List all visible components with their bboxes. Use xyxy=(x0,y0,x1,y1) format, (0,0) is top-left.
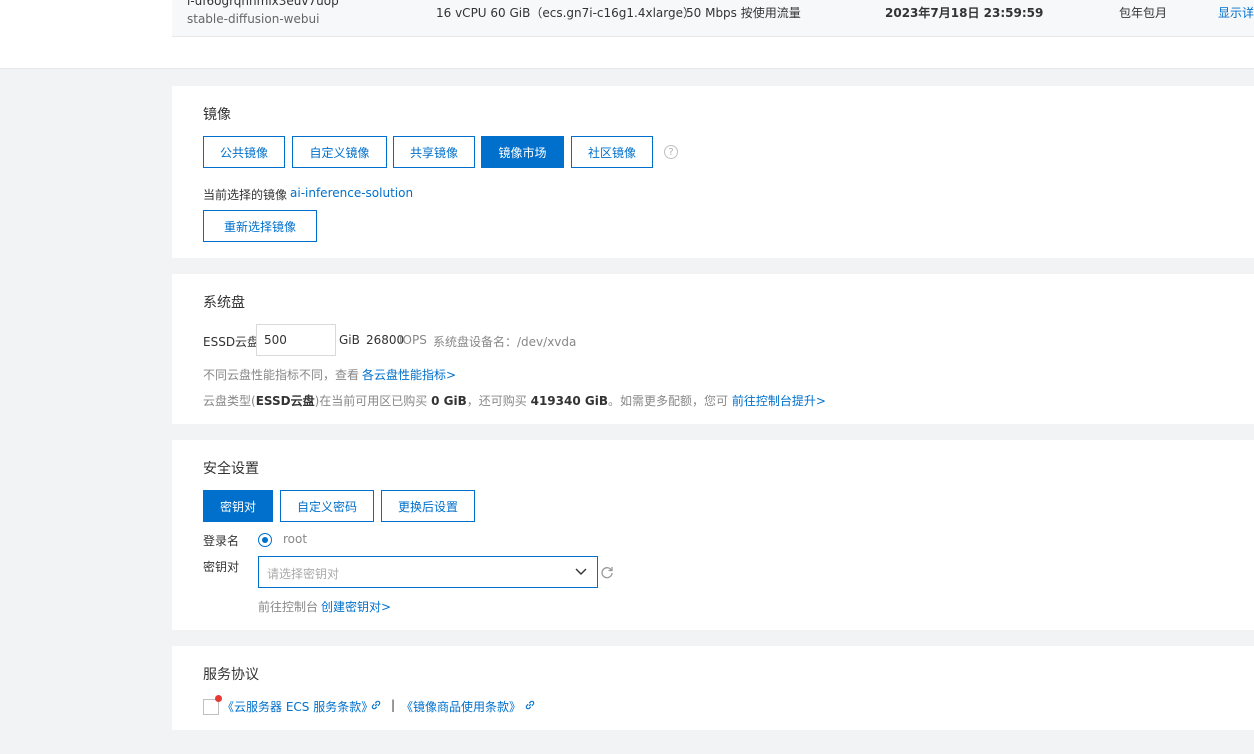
disk-size-input[interactable] xyxy=(256,324,336,356)
quota-disk-type: ESSD云盘 xyxy=(255,394,315,408)
current-image-value[interactable]: ai-inference-solution xyxy=(290,186,413,200)
current-image-label: 当前选择的镜像 xyxy=(203,188,288,202)
tab-set-later[interactable]: 更换后设置 xyxy=(381,490,475,522)
security-title: 安全设置 xyxy=(203,461,259,477)
keypair-select-placeholder: 请选择密钥对 xyxy=(267,567,340,581)
quota-remaining: 419340 GiB xyxy=(530,394,608,408)
instance-id: i-uf6ogrqhhmix3euv7uop xyxy=(187,0,339,8)
create-keypair-link[interactable]: 创建密钥对> xyxy=(321,598,391,615)
disk-quota-line: 云盘类型(ESSD云盘)在当前可用区已购买 0 GiB，还可购买 419340 … xyxy=(203,392,826,409)
keypair-select[interactable]: 请选择密钥对 xyxy=(258,556,598,588)
disk-perf-link[interactable]: 各云盘性能指标> xyxy=(362,366,456,383)
image-section: 镜像 公共镜像 自定义镜像 共享镜像 镜像市场 社区镜像 ? 当前选择的镜像 a… xyxy=(172,86,1254,258)
chevron-down-icon xyxy=(575,564,587,583)
tab-community-image[interactable]: 社区镜像 xyxy=(571,136,653,168)
quota-console-link[interactable]: 前往控制台提升> xyxy=(732,394,826,408)
quota-prefix: 云盘类型( xyxy=(203,394,256,408)
tab-custom-password[interactable]: 自定义密码 xyxy=(280,490,374,522)
instance-spec: 16 vCPU 60 GiB（ecs.gn7i-c16g1.4xlarge） xyxy=(436,6,695,20)
tab-image-market[interactable]: 镜像市场 xyxy=(481,136,564,168)
disk-size-unit: GiB xyxy=(339,333,360,347)
tab-custom-image[interactable]: 自定义镜像 xyxy=(292,136,387,168)
tab-keypair[interactable]: 密钥对 xyxy=(203,490,273,522)
instance-summary-band: i-uf6ogrqhhmix3euv7uop stable-diffusion-… xyxy=(0,0,1254,69)
instance-bandwidth: 50 Mbps 按使用流量 xyxy=(686,6,801,20)
image-terms-link[interactable]: 《镜像商品使用条款》 xyxy=(401,698,521,715)
ecs-terms-link[interactable]: 《云服务器 ECS 服务条款》 xyxy=(222,698,373,715)
tab-shared-image[interactable]: 共享镜像 xyxy=(393,136,475,168)
instance-expire-date: 2023年7月18日 23:59:59 xyxy=(885,6,1044,20)
quota-bought: 0 GiB xyxy=(431,394,467,408)
instance-billing: 包年包月 xyxy=(1119,6,1168,20)
agreement-title: 服务协议 xyxy=(203,667,259,683)
quota-mid3: 。如需更多配额，您可 xyxy=(607,394,728,408)
required-dot xyxy=(215,695,222,702)
create-keypair-prefix: 前往控制台 xyxy=(258,600,319,614)
quota-mid1: )在当前可用区已购买 xyxy=(314,394,428,408)
reselect-image-button[interactable]: 重新选择镜像 xyxy=(203,210,317,242)
terms-separator: | xyxy=(391,698,396,712)
login-name-value: root xyxy=(283,532,308,546)
login-name-label: 登录名 xyxy=(203,534,240,548)
image-terms-link-icon[interactable] xyxy=(524,699,536,714)
help-icon[interactable]: ? xyxy=(664,145,678,159)
tab-public-image[interactable]: 公共镜像 xyxy=(203,136,285,168)
login-root-radio[interactable] xyxy=(258,533,272,547)
disk-type-label: ESSD云盘 xyxy=(203,335,260,349)
agreement-section: 服务协议 《云服务器 ECS 服务条款》 | 《镜像商品使用条款》 xyxy=(172,646,1254,730)
disk-iops-unit: IOPS xyxy=(399,333,427,347)
disk-perf-note: 不同云盘性能指标不同，查看 xyxy=(203,368,360,382)
instance-name: stable-diffusion-webui xyxy=(187,12,320,26)
instance-row: i-uf6ogrqhhmix3euv7uop stable-diffusion-… xyxy=(172,0,1254,37)
keypair-label: 密钥对 xyxy=(203,560,240,574)
show-detail-link[interactable]: 显示详 xyxy=(1218,4,1254,21)
disk-device-name: 系统盘设备名：/dev/xvda xyxy=(433,335,577,349)
system-disk-title: 系统盘 xyxy=(203,295,245,311)
refresh-icon[interactable] xyxy=(600,565,614,582)
ecs-terms-link-icon[interactable] xyxy=(370,699,382,714)
image-section-title: 镜像 xyxy=(203,107,231,123)
security-section: 安全设置 密钥对 自定义密码 更换后设置 登录名 root 密钥对 请选择密钥对… xyxy=(172,440,1254,630)
quota-mid2: ，还可购买 xyxy=(466,394,527,408)
system-disk-section: 系统盘 ESSD云盘 GiB 26800 IOPS 系统盘设备名：/dev/xv… xyxy=(172,274,1254,424)
